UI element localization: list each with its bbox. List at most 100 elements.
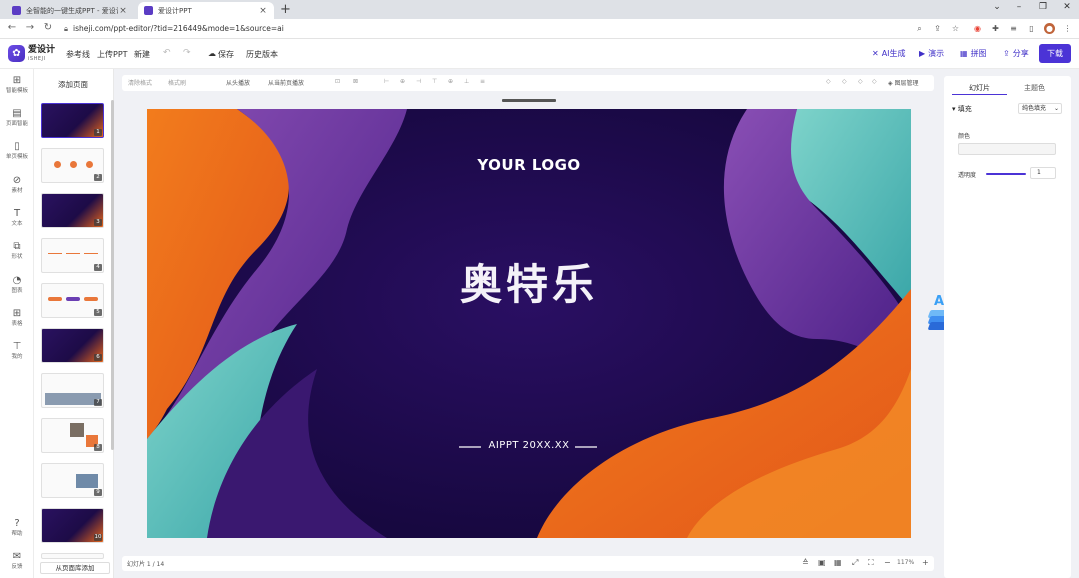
rail-item-single[interactable]: ▯ 单页模板 [0, 141, 34, 161]
zoom-out-icon[interactable]: − [884, 558, 891, 567]
tab-theme-color[interactable]: 主题色 [1007, 82, 1062, 95]
share-icon[interactable]: ⇪ [932, 23, 943, 34]
opacity-value-input[interactable]: 1 [1030, 167, 1056, 179]
new-tab-button[interactable]: + [280, 1, 291, 18]
align-left-icon[interactable]: ⊢ [384, 78, 389, 85]
bring-front-icon[interactable]: ◇ [858, 78, 863, 85]
align-top-icon[interactable]: ⊤ [432, 78, 437, 85]
present-button[interactable]: ▶ 演示 [919, 48, 944, 59]
reload-icon[interactable]: ↻ [42, 22, 54, 33]
rail-item-feedback[interactable]: ✉ 反馈 [0, 551, 34, 571]
chevron-down-icon[interactable]: ⌄ [990, 2, 1004, 12]
fit-screen-icon[interactable]: ⤢ [852, 558, 858, 568]
browser-tab-2[interactable]: 爱设计PPT × [138, 2, 274, 19]
slide-resize-handle[interactable] [502, 99, 556, 102]
rail-item-table[interactable]: ⊞ 表格 [0, 308, 34, 328]
align-center-icon[interactable]: ⊕ [400, 78, 405, 85]
align-bottom-icon[interactable]: ⊥ [464, 78, 469, 85]
site-favicon-icon [144, 6, 153, 15]
slide-thumbnail-7[interactable]: 7 [41, 373, 104, 408]
restore-icon[interactable]: ❐ [1036, 2, 1050, 12]
thumbnail-scrollbar[interactable] [111, 100, 114, 450]
menu-guides[interactable]: 参考线 [66, 49, 90, 60]
back-icon[interactable]: ← [6, 22, 18, 33]
slide-thumbnail-2[interactable]: 2 [41, 148, 104, 183]
slide-thumbnail-10[interactable]: 10 [41, 508, 104, 543]
slide-thumbnail-8[interactable]: 8 [41, 418, 104, 453]
text-box-icon[interactable]: ⊡ [335, 78, 340, 85]
forward-icon[interactable]: → [24, 22, 36, 33]
rail-item-help[interactable]: ? 帮助 [0, 518, 34, 538]
share-button[interactable]: ⇪ 分享 [1003, 48, 1029, 59]
fill-type-select[interactable]: 纯色填充 ⌄ [1018, 103, 1062, 114]
zoom-icon[interactable]: ⌕ [914, 23, 925, 34]
slide-thumbnail-6[interactable]: 6 [41, 328, 104, 363]
slide-logo-text[interactable]: YOUR LOGO [147, 156, 911, 174]
zoom-in-icon[interactable]: + [922, 558, 929, 567]
chrome-extension-icon[interactable]: ◉ [972, 23, 983, 34]
opacity-slider[interactable] [986, 173, 1026, 175]
browser-tab-1[interactable]: 全智能的一键生成PPT - 爱设计 × [6, 2, 134, 19]
slide-subtitle[interactable]: AIPPT 20XX.XX [147, 440, 911, 451]
notes-icon[interactable]: ≙ [802, 558, 809, 567]
rail-item-layout[interactable]: ▤ 页面智能 [0, 108, 34, 128]
image-icon[interactable]: ⊠ [353, 78, 358, 85]
fill-section-title[interactable]: ▾ 填充 [952, 104, 972, 114]
close-icon[interactable]: × [258, 6, 268, 16]
url-field[interactable]: 🔒︎ isheji.com/ppt-editor/?tid=216449&mod… [64, 22, 904, 36]
window-close-icon[interactable]: ✕ [1060, 2, 1074, 12]
distribute-icon[interactable]: ≡ [480, 78, 485, 85]
align-right-icon[interactable]: ⊣ [416, 78, 421, 85]
menu-new[interactable]: 新建 [134, 49, 150, 60]
ai-generate-button[interactable]: ✕ AI生成 [872, 48, 906, 59]
undo-icon[interactable]: ↶ [163, 48, 171, 58]
close-icon[interactable]: × [118, 6, 128, 16]
slide-thumbnail-4[interactable]: 4 [41, 238, 104, 273]
bring-forward-icon[interactable]: ◇ [826, 78, 831, 85]
slide-thumbnail-5[interactable]: 5 [41, 283, 104, 318]
rail-item-chart[interactable]: ◔ 图表 [0, 275, 34, 295]
slide-canvas[interactable]: YOUR LOGO 奥特乐 AIPPT 20XX.XX [147, 109, 911, 538]
rail-item-mine[interactable]: ⊤ 我的 [0, 341, 34, 361]
thumbnail-panel-title[interactable]: 添加页面 [34, 79, 112, 90]
slide-thumbnail-1[interactable]: 1 [41, 103, 104, 138]
send-back-icon[interactable]: ◇ [872, 78, 877, 85]
tab-label: 爱设计PPT [158, 6, 192, 15]
puzzle-icon[interactable]: ✚ [990, 23, 1001, 34]
collage-button[interactable]: ▦ 拼图 [960, 48, 987, 59]
grid-view-icon[interactable]: ▦ [834, 558, 842, 567]
rail-item-text[interactable]: T 文本 [0, 208, 34, 228]
slide-thumbnail-3[interactable]: 3 [41, 193, 104, 228]
slide-thumbnail-9[interactable]: 9 [41, 463, 104, 498]
clear-format-button[interactable]: 清除格式 [128, 78, 152, 87]
star-icon[interactable]: ☆ [950, 23, 961, 34]
normal-view-icon[interactable]: ▣ [818, 558, 826, 567]
rail-item-templates[interactable]: ⊞ 智能模板 [0, 75, 34, 95]
tab-slide[interactable]: 幻灯片 [952, 82, 1007, 95]
reading-list-icon[interactable]: ≡ [1008, 23, 1019, 34]
save-button[interactable]: ☁ 保存 [208, 49, 234, 60]
play-from-start-button[interactable]: 从头播放 [226, 78, 250, 87]
send-backward-icon[interactable]: ◇ [842, 78, 847, 85]
add-from-library-button[interactable]: 从页面库添加 [40, 562, 110, 574]
play-from-current-button[interactable]: 从当前页播放 [268, 78, 304, 87]
download-button[interactable]: 下载 [1039, 44, 1071, 63]
format-painter-button[interactable]: 格式刷 [168, 78, 186, 87]
rail-item-shape[interactable]: ⧉ 形状 [0, 241, 34, 261]
rail-item-material[interactable]: ⊘ 素材 [0, 175, 34, 195]
more-icon[interactable]: ⋮ [1062, 23, 1073, 34]
rail-label: 反馈 [11, 564, 23, 570]
profile-avatar-icon[interactable]: ● [1044, 23, 1055, 34]
zoom-level[interactable]: 117% [897, 559, 914, 566]
fill-color-picker[interactable] [958, 143, 1056, 155]
fullscreen-icon[interactable]: ⛶ [868, 558, 874, 568]
history-button[interactable]: 历史版本 [246, 49, 278, 60]
redo-icon[interactable]: ↷ [183, 48, 191, 58]
menu-upload-ppt[interactable]: 上传PPT [97, 49, 128, 60]
slide-thumbnail-11[interactable] [41, 553, 104, 559]
align-middle-icon[interactable]: ⊕ [448, 78, 453, 85]
slide-title[interactable]: 奥特乐 [147, 251, 911, 312]
layer-manager-button[interactable]: ◈ 图层管理 [888, 78, 919, 87]
sidebar-icon[interactable]: ▯ [1026, 23, 1037, 34]
minimize-icon[interactable]: – [1012, 2, 1026, 12]
